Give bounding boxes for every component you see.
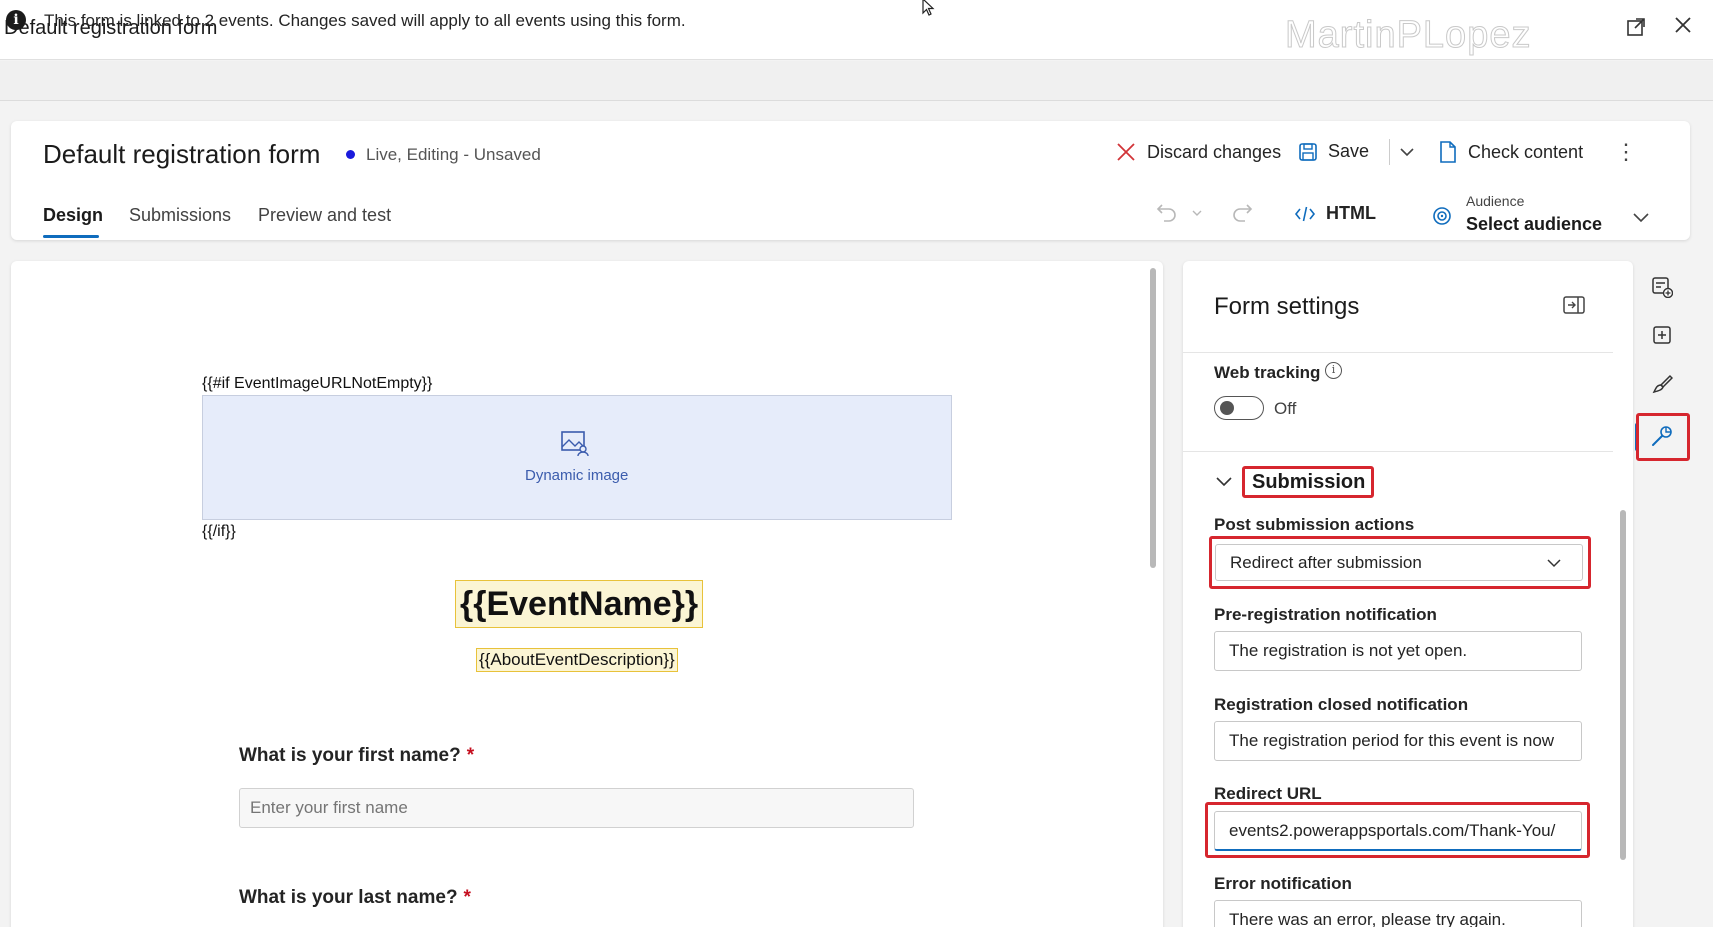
last-name-question: What is your last name? * [239, 887, 471, 909]
paintbrush-icon[interactable] [1645, 367, 1679, 401]
page-title: Default registration form [43, 139, 320, 170]
redo-icon[interactable] [1231, 201, 1253, 229]
audience-select[interactable]: Select audience [1466, 214, 1602, 235]
web-tracking-label: Web tracking [1214, 363, 1320, 383]
undo-icon[interactable] [1156, 201, 1178, 229]
first-name-question: What is your first name? * [239, 745, 474, 767]
divider [1183, 451, 1613, 452]
tab-submissions[interactable]: Submissions [129, 205, 231, 226]
more-options-icon[interactable]: ⋮ [1615, 139, 1637, 165]
save-icon [1298, 142, 1318, 162]
check-content-button[interactable]: Check content [1438, 141, 1583, 163]
first-name-question-text: What is your first name? [239, 745, 461, 766]
save-label: Save [1328, 141, 1369, 162]
discard-label: Discard changes [1147, 142, 1281, 163]
tool-rail [1640, 261, 1690, 927]
popout-icon[interactable] [1625, 16, 1651, 42]
chevron-down-icon[interactable] [1214, 472, 1234, 497]
registration-closed-label: Registration closed notification [1214, 695, 1468, 715]
check-content-label: Check content [1468, 142, 1583, 163]
dynamic-image-icon [560, 429, 590, 462]
close-icon[interactable] [1670, 15, 1696, 41]
html-label: HTML [1326, 203, 1376, 224]
required-marker: * [464, 887, 471, 908]
redirect-url-label: Redirect URL [1214, 784, 1322, 804]
divider [1183, 352, 1613, 353]
add-element-icon[interactable] [1645, 318, 1679, 352]
required-marker: * [467, 745, 474, 766]
first-name-field[interactable] [239, 788, 914, 828]
tab-design[interactable]: Design [43, 205, 103, 226]
post-submission-select[interactable]: Redirect after submission [1215, 544, 1583, 581]
settings-title: Form settings [1214, 293, 1359, 321]
target-audience-icon [1431, 205, 1453, 232]
html-button[interactable]: HTML [1294, 203, 1376, 224]
save-options-chevron-icon[interactable] [1398, 143, 1416, 166]
info-bar [0, 61, 1713, 101]
discard-changes-button[interactable]: Discard changes [1115, 141, 1281, 163]
document-check-icon [1438, 141, 1458, 163]
toggle-knob [1220, 401, 1234, 415]
redirect-url-field[interactable]: events2.powerappsportals.com/Thank-You/ [1214, 811, 1582, 851]
submission-section-header[interactable]: Submission [1252, 471, 1365, 494]
save-split-divider [1389, 139, 1390, 165]
collapse-panel-icon[interactable] [1563, 296, 1585, 319]
status-dot [346, 150, 355, 159]
error-notification-field[interactable]: There was an error, please try again. [1214, 900, 1582, 927]
error-notification-label: Error notification [1214, 874, 1352, 894]
form-header: Default registration form Live, Editing … [11, 121, 1690, 240]
watermark: MartinPLopez [1285, 14, 1531, 57]
pre-registration-field[interactable]: The registration is not yet open. [1214, 631, 1582, 671]
info-message: This form is linked to 2 events. Changes… [44, 11, 686, 31]
audience-chevron-down-icon[interactable] [1631, 207, 1651, 232]
last-name-question-text: What is your last name? [239, 887, 458, 908]
event-name-merge-field[interactable]: {{EventName}} [455, 580, 703, 628]
mouse-cursor-icon [922, 0, 936, 21]
web-tracking-state: Off [1274, 399, 1296, 419]
tab-preview-and-test[interactable]: Preview and test [258, 205, 391, 226]
chevron-down-icon[interactable] [1545, 554, 1563, 577]
registration-closed-field[interactable]: The registration period for this event i… [1214, 721, 1582, 761]
add-field-icon[interactable] [1645, 270, 1679, 304]
status-text: Live, Editing - Unsaved [366, 145, 541, 165]
info-icon[interactable]: i [1325, 362, 1342, 379]
code-icon [1294, 204, 1316, 224]
settings-scrollbar[interactable] [1620, 510, 1626, 860]
post-submission-label: Post submission actions [1214, 515, 1414, 535]
active-tab-indicator [43, 235, 99, 238]
pre-registration-label: Pre-registration notification [1214, 605, 1437, 625]
conditional-close-tag: {{/if}} [202, 523, 236, 541]
event-description-merge-field[interactable]: {{AboutEventDescription}} [476, 648, 678, 672]
canvas-scrollbar[interactable] [1150, 268, 1156, 568]
form-settings-wrench-icon[interactable] [1645, 419, 1679, 453]
discard-icon [1115, 141, 1137, 163]
undo-options-chevron-icon[interactable] [1191, 207, 1203, 222]
dynamic-image-label: Dynamic image [525, 467, 628, 484]
audience-label: Audience [1466, 193, 1524, 209]
conditional-open-tag: {{#if EventImageURLNotEmpty}} [202, 375, 432, 393]
save-button[interactable]: Save [1298, 141, 1369, 162]
info-icon: i [6, 10, 26, 30]
